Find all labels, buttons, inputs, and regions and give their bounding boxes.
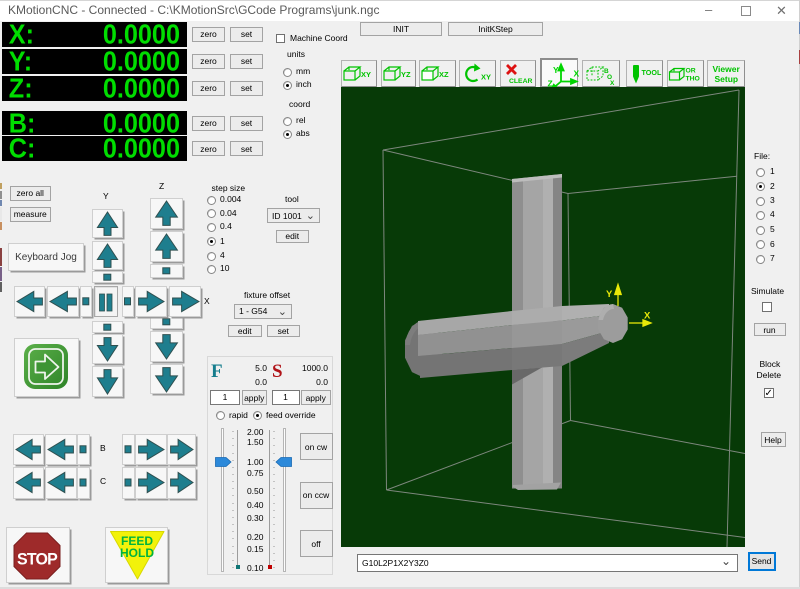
- svg-text:HOLD: HOLD: [120, 546, 154, 560]
- svg-text:Z: Z: [547, 78, 552, 87]
- svg-text:X: X: [610, 80, 615, 87]
- svg-text:XZ: XZ: [439, 70, 449, 79]
- svg-text:XY: XY: [481, 72, 491, 81]
- svg-text:THO: THO: [685, 75, 699, 82]
- svg-text:Y: Y: [606, 289, 613, 300]
- svg-text:X: X: [573, 68, 579, 78]
- svg-text:Setup: Setup: [714, 74, 738, 84]
- svg-text:CLEAR: CLEAR: [509, 78, 533, 85]
- svg-text:TOOL: TOOL: [641, 68, 661, 77]
- svg-text:Viewer: Viewer: [712, 64, 740, 74]
- svg-text:XY: XY: [361, 70, 371, 79]
- svg-text:X: X: [644, 311, 651, 322]
- svg-text:OR: OR: [685, 67, 695, 74]
- svg-text:Y: Y: [553, 65, 559, 75]
- svg-text:YZ: YZ: [401, 70, 411, 79]
- svg-text:STOP: STOP: [17, 550, 58, 568]
